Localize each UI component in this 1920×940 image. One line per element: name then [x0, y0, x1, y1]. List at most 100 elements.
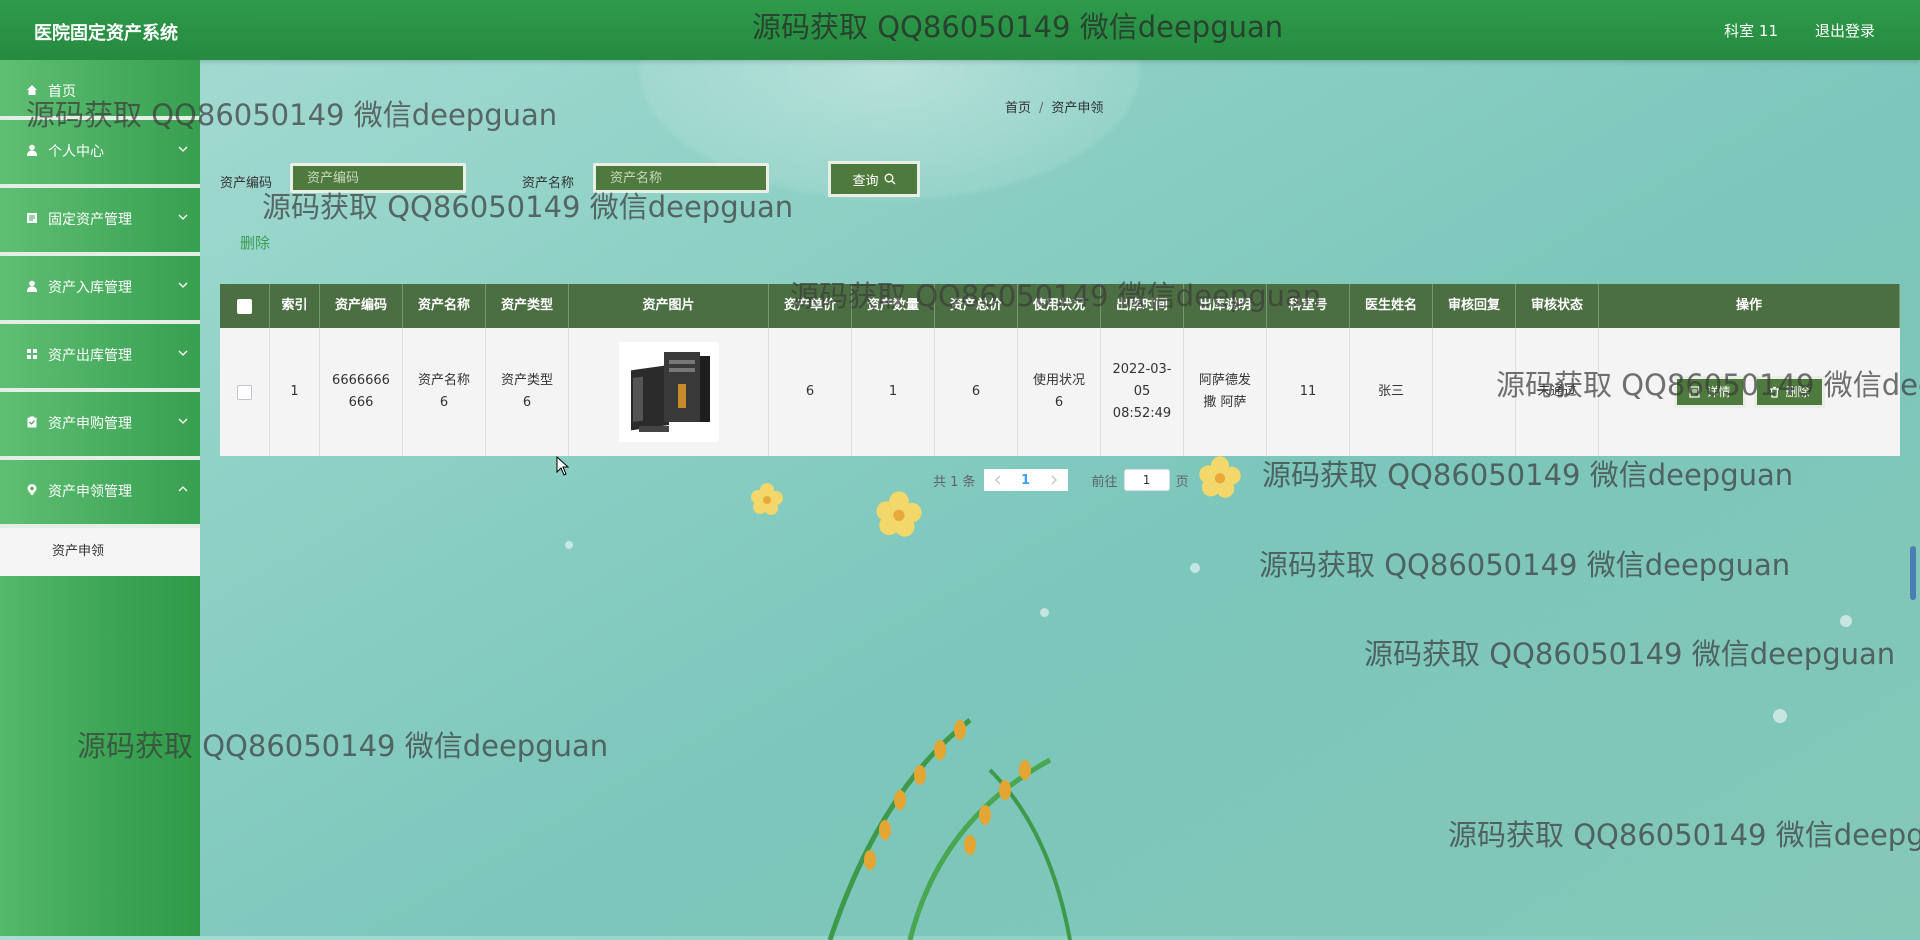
breadcrumb-current: 资产申领 [1051, 101, 1104, 116]
sidebar-item-label: 资产申购管理 [48, 416, 132, 432]
pagination-goto-label: 前往 [1091, 474, 1118, 490]
flower-icon [1199, 456, 1241, 498]
cell-review-status: 未通过 [1516, 328, 1599, 456]
background-bokeh [1840, 615, 1852, 627]
sidebar-item-asset-outbound[interactable]: 资产出库管理 [0, 324, 200, 392]
document-icon [27, 213, 37, 223]
background-bokeh [1773, 709, 1787, 723]
next-page-button[interactable] [1039, 469, 1068, 491]
cell-unit-price: 6 [769, 328, 852, 456]
sidebar-item-label: 个人中心 [48, 144, 104, 160]
sidebar: 首页 个人中心 固定资产管理 资产入库管理 资产出库管理 资产申购管理 资产申领… [0, 60, 200, 936]
computer-image [618, 342, 719, 442]
flower-icon [751, 483, 783, 515]
delete-button[interactable]: 删除 [1753, 376, 1825, 408]
table-header-row: 索引 资产编码 资产名称 资产类型 资产图片 资产单价 资产数量 资产总价 使用… [220, 284, 1900, 328]
cell-usage-status: 使用状况6 [1018, 328, 1101, 456]
pagination-page-suffix: 页 [1175, 474, 1189, 490]
delete-button-label: 删除 [1785, 385, 1810, 399]
sidebar-item-label: 首页 [48, 84, 76, 100]
cell-outbound-time: 2022-03-05 08:52:49 [1101, 328, 1184, 456]
sidebar-item-asset-claim[interactable]: 资产申领管理 [0, 460, 200, 528]
document-icon [1689, 386, 1701, 398]
detail-button-label: 详情 [1706, 385, 1731, 399]
sidebar-item-asset-purchase[interactable]: 资产申购管理 [0, 392, 200, 460]
cell-asset-name: 资产名称6 [403, 328, 486, 456]
user-icon [27, 144, 37, 156]
grid-icon [27, 349, 37, 359]
page-jump-input[interactable] [1123, 469, 1170, 491]
pagination-total: 共 1 条 [933, 474, 976, 490]
column-header: 资产图片 [569, 284, 769, 328]
watermark-text: 源码获取 QQ86050149 微信deepguan [1448, 818, 1920, 852]
breadcrumb-home[interactable]: 首页 [1005, 101, 1031, 116]
sidebar-item-fixed-asset[interactable]: 固定资产管理 [0, 188, 200, 256]
chevron-down-icon [178, 214, 188, 220]
top-header: 医院固定资产系统 科室 11 退出登录 [0, 0, 1920, 60]
page-number[interactable]: 1 [1011, 469, 1040, 491]
user-icon [27, 280, 37, 292]
column-header: 医生姓名 [1350, 284, 1433, 328]
select-all-checkbox[interactable] [237, 298, 252, 314]
sidebar-item-home[interactable]: 首页 [0, 60, 200, 120]
asset-code-input[interactable] [290, 163, 466, 193]
search-icon [884, 173, 895, 185]
asset-name-input[interactable] [593, 163, 769, 193]
chevron-down-icon [178, 282, 188, 288]
column-header: 资产类型 [486, 284, 569, 328]
flower-icon [876, 491, 922, 537]
watermark-text: 源码获取 QQ86050149 微信deepguan [1364, 637, 1896, 671]
sidebar-subitem-asset-claim[interactable]: 资产申领 [0, 528, 200, 576]
sidebar-item-label: 资产申领管理 [48, 484, 132, 500]
asset-code-label: 资产编码 [220, 176, 273, 191]
watermark-text: 源码获取 QQ86050149 微信deepguan [1262, 458, 1794, 492]
sidebar-item-asset-inbound[interactable]: 资产入库管理 [0, 256, 200, 324]
rice-plant-illustration [827, 718, 1072, 940]
table-row: 1 6666666666 资产名称6 资产类型6 6 1 6 使用状况6 202… [220, 328, 1900, 456]
column-header: 资产总价 [935, 284, 1018, 328]
app-title: 医院固定资产系统 [34, 23, 178, 44]
column-header: 索引 [270, 284, 320, 328]
column-header: 出库时间 [1101, 284, 1184, 328]
chevron-down-icon [178, 350, 188, 356]
watermark-text: 源码获取 QQ86050149 微信deepguan [1259, 548, 1791, 582]
batch-delete-button[interactable]: 删除 [240, 232, 270, 253]
search-button[interactable]: 查询 [828, 161, 920, 197]
background-bokeh [1190, 563, 1200, 573]
sidebar-item-personal-center[interactable]: 个人中心 [0, 120, 200, 188]
pagination: 共 1 条 1 前往 页 [933, 469, 1189, 491]
breadcrumb-separator: / [1039, 101, 1044, 116]
breadcrumb: 首页 / 资产申领 [1005, 97, 1103, 116]
column-header: 审核状态 [1516, 284, 1599, 328]
mouse-cursor-icon [556, 456, 570, 476]
column-header: 科室号 [1267, 284, 1350, 328]
column-header: 资产数量 [852, 284, 935, 328]
column-header: 操作 [1599, 284, 1900, 328]
prev-page-button[interactable] [983, 469, 1012, 491]
cell-asset-type: 资产类型6 [486, 328, 569, 456]
search-button-label: 查询 [852, 173, 879, 189]
column-header: 资产单价 [769, 284, 852, 328]
sidebar-item-label: 资产出库管理 [48, 348, 132, 364]
asset-name-label: 资产名称 [522, 176, 575, 191]
cell-outbound-note: 阿萨德发撒 阿萨 [1184, 328, 1267, 456]
clipboard-icon [27, 416, 37, 428]
cell-asset-code: 6666666666 [320, 328, 403, 456]
sidebar-item-label: 资产入库管理 [48, 280, 132, 296]
asset-claim-table: 索引 资产编码 资产名称 资产类型 资产图片 资产单价 资产数量 资产总价 使用… [220, 284, 1900, 456]
location-icon [27, 484, 37, 496]
scrollbar-thumb[interactable] [1910, 546, 1916, 600]
chevron-right-icon [1051, 475, 1057, 485]
column-header: 审核回复 [1433, 284, 1516, 328]
chevron-down-icon [178, 146, 188, 152]
column-header: 资产编码 [320, 284, 403, 328]
logout-link[interactable]: 退出登录 [1815, 20, 1875, 41]
chevron-up-icon [178, 486, 188, 492]
chevron-left-icon [994, 475, 1001, 485]
row-checkbox[interactable] [237, 384, 252, 400]
user-label: 科室 11 [1724, 22, 1778, 40]
column-header: 资产名称 [403, 284, 486, 328]
column-header: 出库说明 [1184, 284, 1267, 328]
detail-button[interactable]: 详情 [1674, 376, 1746, 408]
cell-asset-image [569, 328, 769, 456]
